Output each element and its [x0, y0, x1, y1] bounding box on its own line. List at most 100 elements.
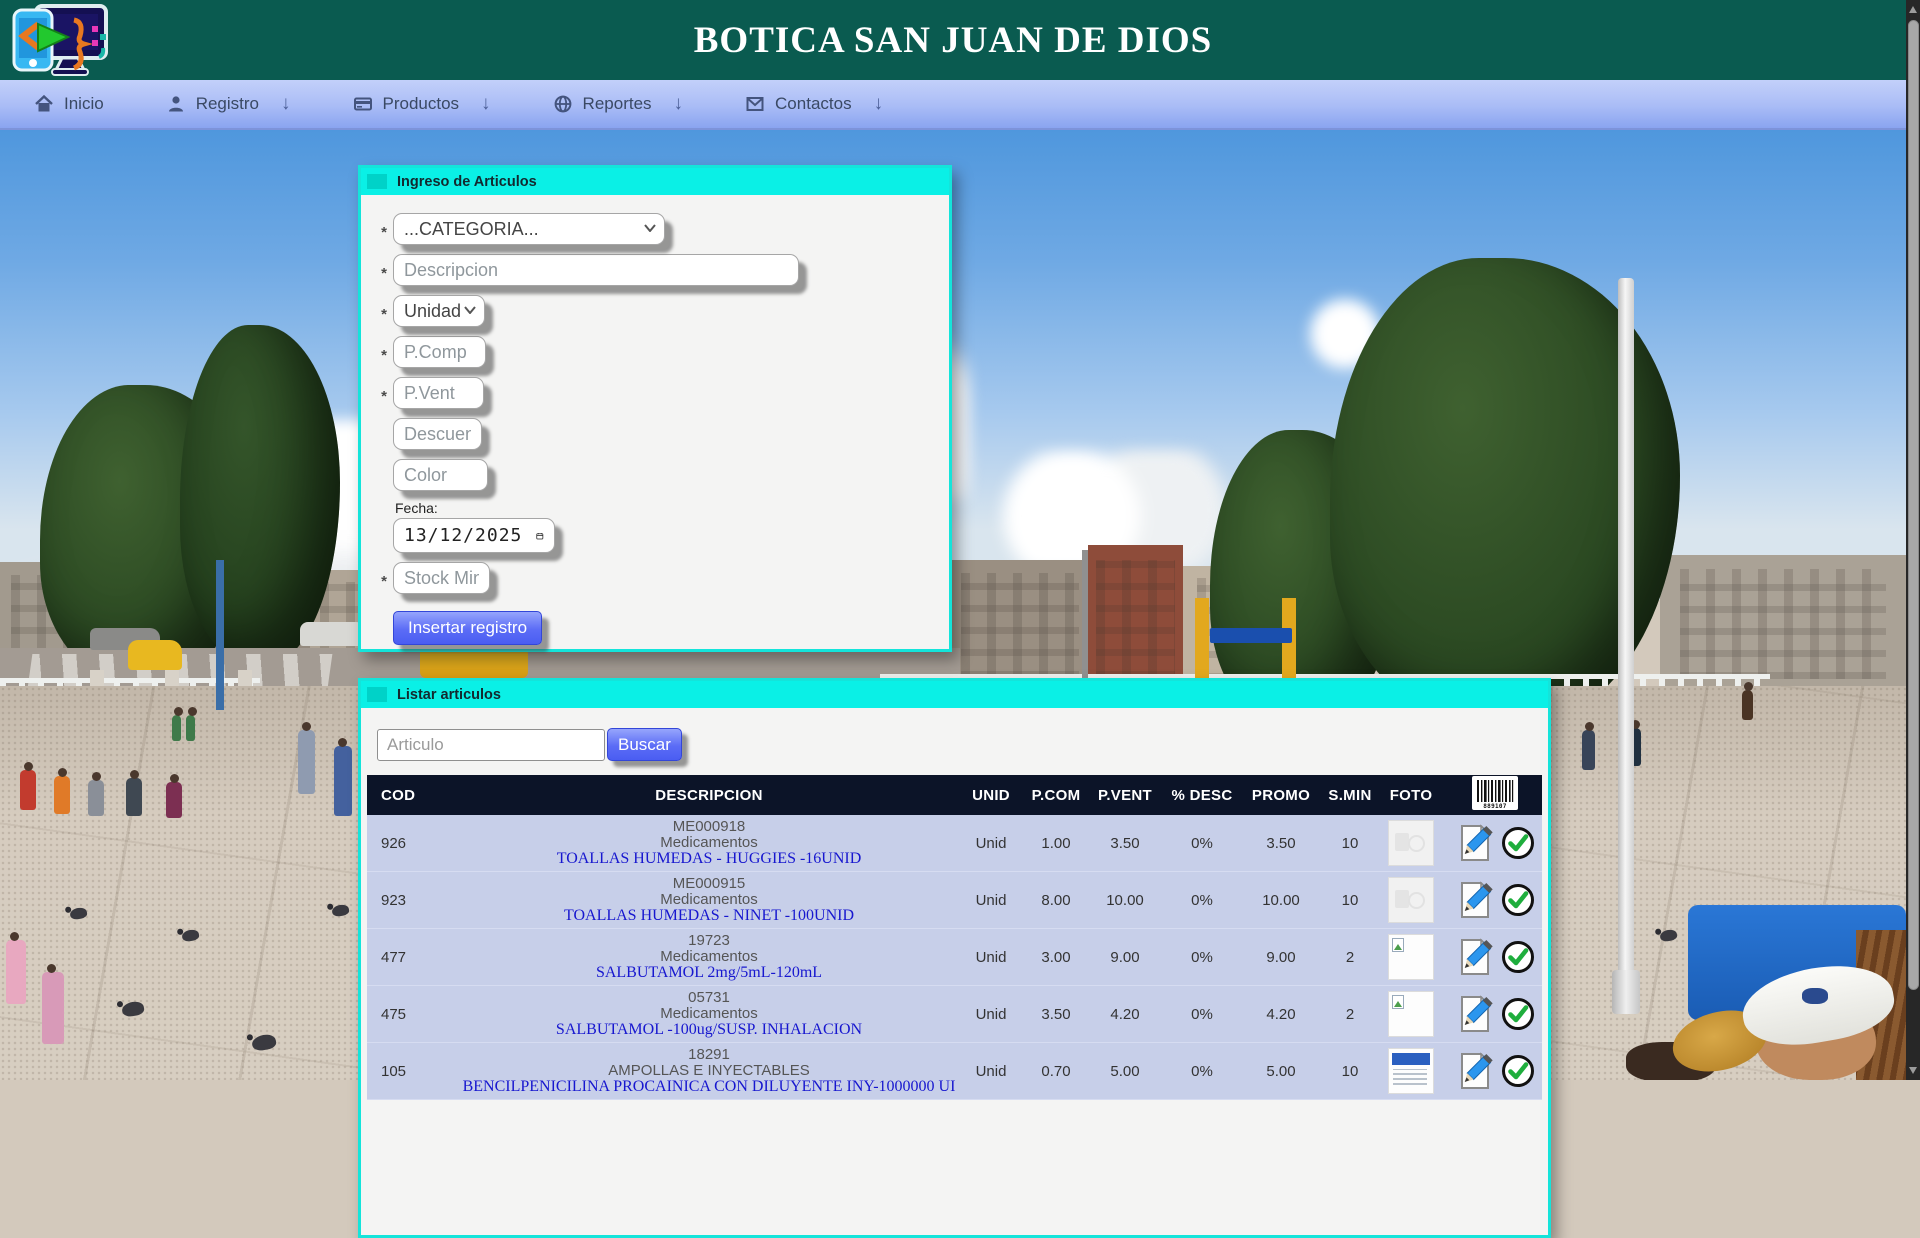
globe-icon [553, 94, 573, 114]
unidad-select[interactable]: Unidad [393, 295, 485, 327]
pvent-input[interactable] [393, 377, 484, 409]
scroll-up-arrow-icon[interactable] [1909, 6, 1917, 13]
search-input[interactable] [377, 729, 605, 761]
column-header-promo: PROMO [1243, 787, 1319, 804]
tree [180, 325, 340, 665]
mail-icon [745, 94, 765, 114]
color-input[interactable] [393, 459, 488, 491]
ingreso-panel-title: Ingreso de Articulos [397, 174, 537, 190]
row-category: Medicamentos [459, 892, 959, 908]
row-product-link[interactable]: TOALLAS HUMEDAS - NINET -100UNID [459, 908, 959, 924]
row-unid: Unid [959, 1063, 1023, 1080]
row-category: Medicamentos [459, 835, 959, 851]
check-icon[interactable] [1500, 996, 1536, 1032]
row-pvent: 9.00 [1089, 949, 1161, 966]
calendar-icon[interactable] [536, 527, 544, 545]
row-description: ME000915 Medicamentos TOALLAS HUMEDAS - … [459, 876, 959, 924]
foto-thumb [1388, 877, 1434, 923]
person-figure [298, 730, 315, 794]
chevron-down-icon: ↓ [874, 93, 884, 115]
row-desc-pct: 0% [1161, 892, 1243, 909]
row-ref-code: 05731 [459, 990, 959, 1006]
check-icon[interactable] [1500, 939, 1536, 975]
person-figure [54, 776, 70, 814]
person-figure [126, 778, 142, 816]
foto-thumb [1388, 820, 1434, 866]
building [950, 560, 1090, 688]
nav-item-contactos[interactable]: Contactos ↓ [745, 93, 883, 115]
row-unid: Unid [959, 892, 1023, 909]
nav-label: Productos [383, 94, 460, 114]
row-product-link[interactable]: BENCILPENICILINA PROCAINICA CON DILUYENT… [459, 1079, 959, 1095]
row-smin: 2 [1319, 1006, 1381, 1023]
edit-icon[interactable] [1454, 822, 1496, 864]
scrollbar-thumb[interactable] [1908, 20, 1919, 990]
column-header-unid: UNID [959, 787, 1023, 804]
row-description: 19723 Medicamentos SALBUTAMOL 2mg/5mL-12… [459, 933, 959, 981]
column-header-pvent: P.VENT [1089, 787, 1161, 804]
row-cod: 926 [367, 835, 459, 852]
fecha-input[interactable]: 13/12/2025 [393, 518, 555, 553]
insertar-registro-button[interactable]: Insertar registro [393, 611, 542, 645]
barcode-icon: 889107 [1472, 776, 1518, 810]
row-foto [1381, 991, 1441, 1037]
table-row: 477 19723 Medicamentos SALBUTAMOL 2mg/5m… [367, 929, 1542, 986]
nav-label: Inicio [64, 94, 104, 114]
edit-icon[interactable] [1454, 993, 1496, 1035]
row-product-link[interactable]: SALBUTAMOL 2mg/5mL-120mL [459, 965, 959, 981]
column-header-foto: FOTO [1381, 787, 1441, 804]
shop-pillar [1282, 598, 1296, 690]
row-pcom: 8.00 [1023, 892, 1089, 909]
descuento-input[interactable] [393, 418, 482, 450]
flag-pole [1618, 278, 1634, 1008]
row-cod: 923 [367, 892, 459, 909]
row-pcom: 0.70 [1023, 1063, 1089, 1080]
row-product-link[interactable]: TOALLAS HUMEDAS - HUGGIES -16UNID [459, 851, 959, 867]
moto-taxi [128, 640, 182, 670]
listar-panel: Listar articulos Buscar COD DESCRIPCION … [358, 678, 1551, 1238]
row-desc-pct: 0% [1161, 1006, 1243, 1023]
row-unid: Unid [959, 1006, 1023, 1023]
categoria-select[interactable]: ...CATEGORIA... [393, 213, 665, 245]
row-cod: 105 [367, 1063, 459, 1080]
row-promo: 5.00 [1243, 1063, 1319, 1080]
row-description: 05731 Medicamentos SALBUTAMOL -100ug/SUS… [459, 990, 959, 1038]
ingreso-panel-header: Ingreso de Articulos [361, 168, 949, 195]
person-figure [88, 780, 104, 816]
row-category: Medicamentos [459, 949, 959, 965]
pcomp-input[interactable] [393, 336, 486, 368]
row-ref-code: 19723 [459, 933, 959, 949]
nav-item-inicio[interactable]: Inicio [34, 94, 104, 114]
user-icon [166, 94, 186, 114]
page-scrollbar[interactable] [1906, 0, 1920, 1080]
lamp-post [1082, 550, 1088, 690]
edit-icon[interactable] [1454, 879, 1496, 921]
flag-pole-base [1612, 970, 1640, 1014]
row-smin: 10 [1319, 1063, 1381, 1080]
scroll-down-arrow-icon[interactable] [1909, 1067, 1917, 1074]
stockmin-input[interactable] [393, 562, 490, 594]
person-figure [172, 715, 181, 741]
row-foto [1381, 1048, 1441, 1094]
row-product-link[interactable]: SALBUTAMOL -100ug/SUSP. INHALACION [459, 1022, 959, 1038]
blue-pole [216, 560, 224, 710]
row-actions [1441, 879, 1548, 921]
nav-item-reportes[interactable]: Reportes ↓ [553, 93, 683, 115]
buscar-button[interactable]: Buscar [607, 728, 682, 761]
app-header: BOTICA SAN JUAN DE DIOS [0, 0, 1906, 80]
check-icon[interactable] [1500, 825, 1536, 861]
card-icon [353, 94, 373, 114]
row-unid: Unid [959, 949, 1023, 966]
check-icon[interactable] [1500, 882, 1536, 918]
edit-icon[interactable] [1454, 936, 1496, 978]
panel-marker [367, 687, 387, 702]
row-pvent: 5.00 [1089, 1063, 1161, 1080]
descripcion-input[interactable] [393, 254, 799, 286]
nav-item-registro[interactable]: Registro ↓ [166, 93, 291, 115]
row-desc-pct: 0% [1161, 1063, 1243, 1080]
check-icon[interactable] [1500, 1053, 1536, 1089]
nav-label: Reportes [583, 94, 652, 114]
column-header-barcode: 889107 [1441, 776, 1548, 814]
nav-item-productos[interactable]: Productos ↓ [353, 93, 491, 115]
edit-icon[interactable] [1454, 1050, 1496, 1092]
